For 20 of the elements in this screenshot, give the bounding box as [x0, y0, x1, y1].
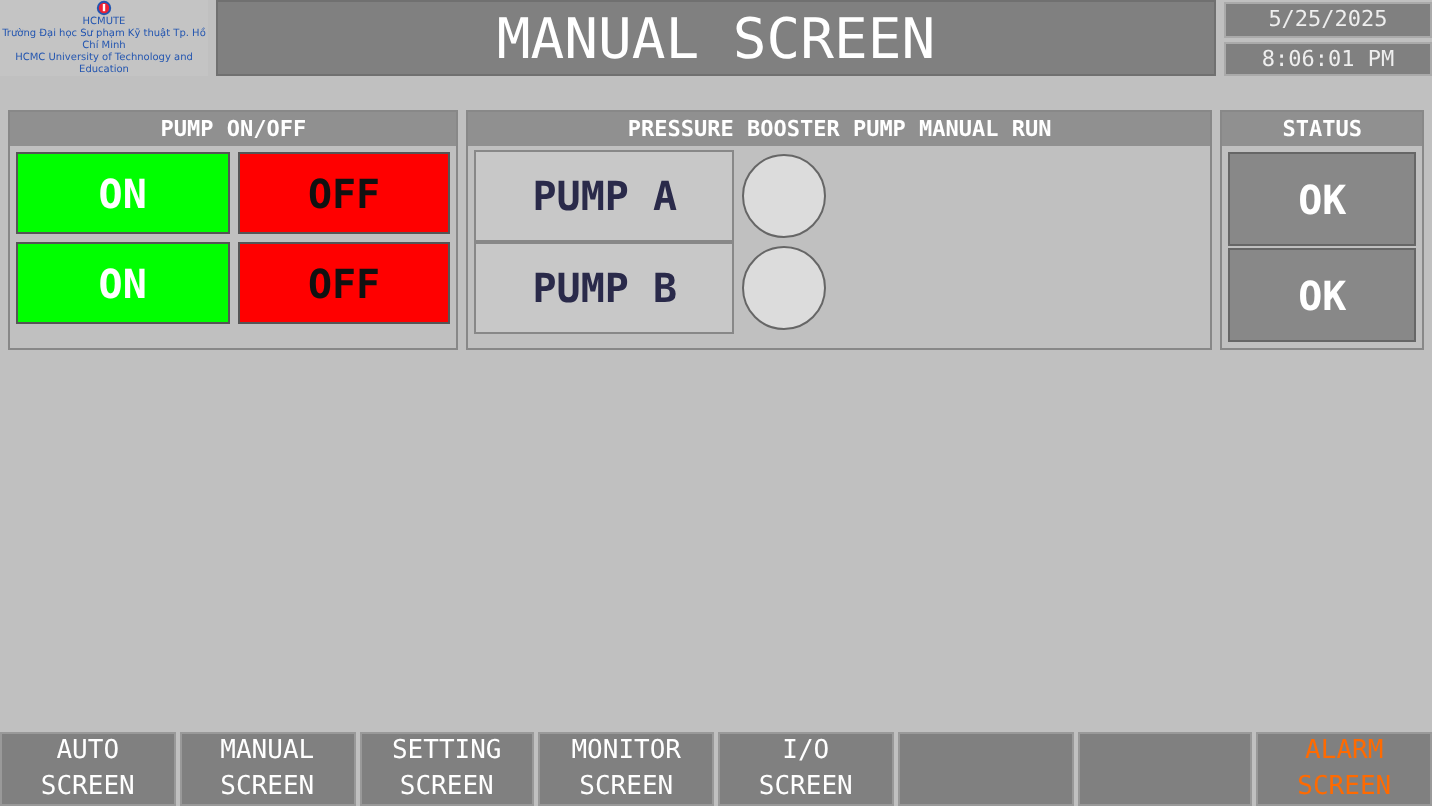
nav-button[interactable]: AUTO SCREEN [0, 732, 176, 806]
status-display: OK [1228, 248, 1417, 342]
pump-button[interactable]: PUMP B [474, 242, 735, 334]
off-button[interactable]: OFF [237, 152, 451, 234]
off-button[interactable]: OFF [237, 242, 451, 324]
pump-button[interactable]: PUMP A [474, 150, 735, 242]
nav-button[interactable]: MANUAL SCREEN [179, 732, 355, 806]
screen-title: MANUAL SCREEN [216, 0, 1216, 76]
panel-title: PRESSURE BOOSTER PUMP MANUAL RUN [468, 112, 1211, 146]
nav-button[interactable]: I/O SCREEN [718, 732, 894, 806]
blank-nav-button[interactable] [897, 732, 1073, 806]
panel-title: STATUS [1222, 112, 1423, 146]
emblem-icon [96, 0, 112, 16]
date-display: 5/25/2025 [1224, 2, 1432, 37]
nav-button[interactable]: MONITOR SCREEN [538, 732, 714, 806]
blank-nav-button[interactable] [1077, 732, 1253, 806]
panel-title: PUMP ON/OFF [10, 112, 457, 146]
time-display: 8:06:01 PM [1224, 41, 1432, 76]
nav-button[interactable]: SETTING SCREEN [359, 732, 535, 806]
status-display: OK [1228, 152, 1417, 246]
